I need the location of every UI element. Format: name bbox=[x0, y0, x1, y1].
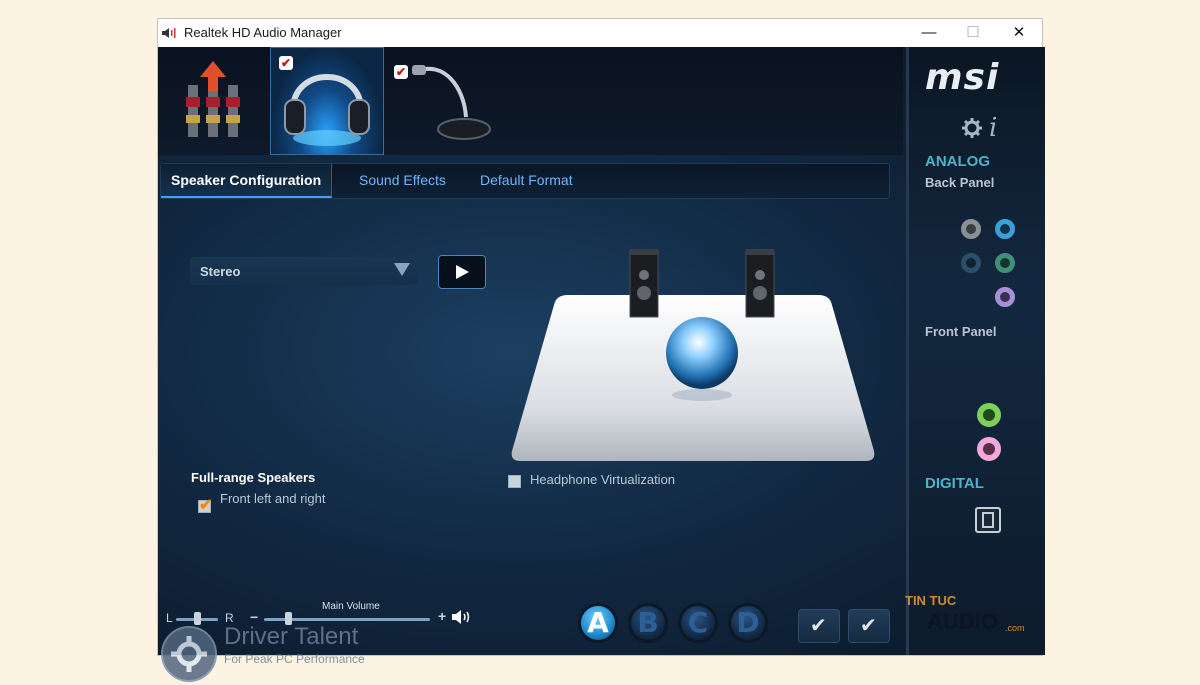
gear-icon[interactable] bbox=[961, 117, 983, 139]
right-speaker-icon bbox=[745, 249, 775, 318]
info-icon[interactable]: i bbox=[989, 113, 997, 143]
microphone-icon bbox=[412, 65, 491, 140]
headphone-virtualization-checkbox[interactable] bbox=[508, 475, 521, 488]
headphone-virtualization-label: Headphone Virtualization bbox=[530, 472, 676, 487]
back-jack-purple[interactable] bbox=[995, 287, 1015, 307]
back-jack-gray[interactable] bbox=[961, 219, 981, 239]
headphones-device-tab[interactable]: ✔ bbox=[270, 47, 384, 155]
audio-watermark: AUDIO bbox=[927, 609, 998, 634]
mute-check-button[interactable]: ✔ bbox=[848, 609, 890, 643]
window-title: Realtek HD Audio Manager bbox=[184, 25, 342, 40]
speakers-device-tab[interactable] bbox=[162, 47, 268, 153]
check-icon: ✔ bbox=[860, 615, 877, 637]
title-bar: Realtek HD Audio Manager — ☐ ✕ bbox=[158, 19, 1042, 47]
test-play-button[interactable] bbox=[438, 255, 486, 289]
back-jack-blue[interactable] bbox=[995, 219, 1015, 239]
apply-check-button[interactable]: ✔ bbox=[798, 609, 840, 643]
play-icon bbox=[456, 265, 469, 279]
front-jack-pink[interactable] bbox=[977, 437, 1001, 461]
back-panel-label: Back Panel bbox=[925, 175, 995, 190]
msi-logo: msi bbox=[925, 57, 1000, 98]
check-icon: ✔ bbox=[394, 65, 408, 79]
listener-orb bbox=[666, 317, 738, 389]
jack-panel: msi i ANALOG Back Panel Front Panel DIGI… bbox=[905, 47, 1045, 655]
microphone-device-tab[interactable]: ✔ bbox=[384, 47, 498, 153]
audio-manager-window: Realtek HD Audio Manager — ☐ ✕ ✔ ✔ msi i… bbox=[158, 19, 1045, 682]
close-button[interactable]: ✕ bbox=[996, 19, 1042, 47]
speaker-config-dropdown[interactable]: Stereo bbox=[190, 257, 418, 285]
dotcom-watermark: .com bbox=[1005, 623, 1025, 633]
tab-bar: Speaker Configuration Sound Effects Defa… bbox=[160, 163, 890, 199]
speaker-config-value: Stereo bbox=[200, 264, 241, 279]
profile-c-button[interactable]: C bbox=[678, 603, 718, 643]
front-panel-label: Front Panel bbox=[925, 324, 997, 339]
dropdown-arrow-icon bbox=[394, 263, 410, 276]
front-left-right-checkbox[interactable]: ✔ bbox=[198, 497, 212, 514]
maximize-button[interactable]: ☐ bbox=[950, 19, 996, 47]
left-speaker-icon bbox=[629, 249, 659, 318]
tab-speaker-configuration[interactable]: Speaker Configuration bbox=[161, 164, 333, 198]
check-icon: ✔ bbox=[810, 615, 827, 637]
front-left-right-label: Front left and right bbox=[220, 491, 326, 506]
speaker-app-icon bbox=[162, 28, 176, 38]
balance-left-label: L bbox=[166, 611, 173, 625]
check-icon: ✔ bbox=[279, 56, 293, 70]
volume-plus[interactable]: + bbox=[438, 608, 446, 624]
check-icon: ✔ bbox=[199, 497, 213, 514]
analog-heading: ANALOG bbox=[925, 153, 990, 170]
optical-port-icon[interactable] bbox=[975, 507, 1001, 533]
tab-default-format[interactable]: Default Format bbox=[480, 164, 573, 196]
driver-talent-watermark: Driver Talent bbox=[224, 623, 359, 650]
main-volume-title: Main Volume bbox=[322, 601, 380, 612]
back-jack-green[interactable] bbox=[995, 253, 1015, 273]
main-content: ✔ ✔ msi i ANALOG Back Panel Front Panel … bbox=[158, 47, 1045, 682]
driver-talent-gear-icon bbox=[161, 626, 217, 682]
minimize-button[interactable]: — bbox=[906, 19, 952, 47]
profile-a-button[interactable]: A bbox=[578, 603, 618, 643]
tintuc-watermark: TIN TUC bbox=[905, 593, 957, 608]
full-range-heading: Full-range Speakers bbox=[191, 470, 316, 485]
speaker-volume-icon bbox=[452, 610, 470, 624]
balance-slider-knob[interactable] bbox=[194, 612, 201, 625]
rca-plugs-icon bbox=[186, 61, 240, 137]
digital-heading: DIGITAL bbox=[925, 475, 984, 492]
back-jack-dark[interactable] bbox=[961, 253, 981, 273]
device-strip: ✔ ✔ bbox=[158, 47, 903, 155]
profile-b-button[interactable]: B bbox=[628, 603, 668, 643]
driver-talent-tagline: For Peak PC Performance bbox=[224, 652, 365, 666]
front-jack-green[interactable] bbox=[977, 403, 1001, 427]
profile-d-button[interactable]: D bbox=[728, 603, 768, 643]
speaker-stage bbox=[511, 249, 875, 461]
tab-sound-effects[interactable]: Sound Effects bbox=[359, 164, 446, 196]
